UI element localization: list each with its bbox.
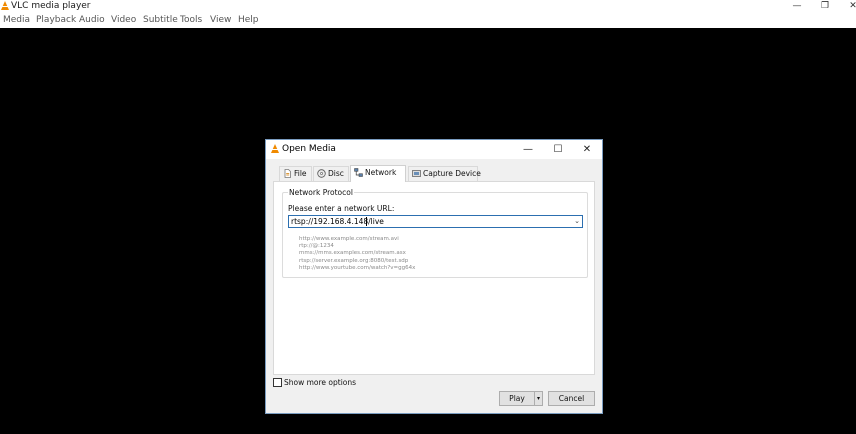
menu-tools[interactable]: Tools — [180, 13, 202, 28]
network-url-value: rtsp://192.168.4.148/live — [291, 217, 384, 226]
menu-bar: Media Playback Audio Video Subtitle Tool… — [0, 13, 856, 28]
capture-device-icon — [412, 170, 421, 177]
play-dropdown-button[interactable]: ▾ — [534, 391, 543, 406]
show-more-options-checkbox[interactable] — [273, 378, 282, 387]
tab-disc-label: Disc — [328, 169, 344, 178]
disc-icon — [317, 169, 326, 178]
open-media-dialog: Open Media — ☐ ✕ File Disc Network Captu… — [265, 139, 603, 414]
url-examples: http://www.example.com/stream.avi rtp://… — [299, 236, 415, 272]
network-protocol-group: Network Protocol Please enter a network … — [282, 188, 588, 278]
menu-playback[interactable]: Playback — [36, 13, 76, 28]
tab-disc[interactable]: Disc — [313, 166, 349, 181]
network-protocol-label: Network Protocol — [288, 188, 354, 197]
dialog-title: Open Media — [282, 144, 336, 154]
dialog-close-button[interactable]: ✕ — [572, 140, 602, 159]
tab-capture-device[interactable]: Capture Device — [408, 166, 481, 181]
url-example: http://www.example.com/stream.avi — [299, 236, 399, 242]
chevron-down-icon[interactable]: ⌄ — [574, 216, 580, 227]
url-example: rtsp://server.example.org:8080/test.sdp — [299, 257, 409, 264]
dialog-minimize-button[interactable]: — — [513, 140, 543, 159]
menu-help[interactable]: Help — [238, 13, 259, 28]
close-button[interactable]: ✕ — [838, 0, 856, 13]
vlc-cone-icon — [271, 144, 279, 153]
app-title: VLC media player — [11, 1, 91, 11]
show-more-options-label[interactable]: Show more options — [284, 377, 356, 388]
file-icon — [284, 169, 291, 178]
network-url-input[interactable]: rtsp://192.168.4.148/live ⌄ — [288, 215, 583, 228]
menu-subtitle[interactable]: Subtitle — [143, 13, 178, 28]
tab-file-label: File — [294, 169, 307, 178]
menu-video[interactable]: Video — [111, 13, 136, 28]
app-titlebar: VLC media player — ❐ ✕ — [0, 0, 856, 13]
dialog-maximize-button[interactable]: ☐ — [543, 140, 573, 159]
tab-capture-device-label: Capture Device — [423, 169, 481, 178]
menu-view[interactable]: View — [210, 13, 231, 28]
restore-button[interactable]: ❐ — [810, 0, 840, 13]
url-label: Please enter a network URL: — [288, 204, 395, 213]
url-example: rtp://@:1234 — [299, 243, 334, 250]
tab-network[interactable]: Network — [350, 165, 406, 182]
vlc-cone-icon — [1, 1, 9, 10]
url-example: mms://mms.examples.com/stream.asx — [299, 250, 406, 257]
menu-audio[interactable]: Audio — [79, 13, 105, 28]
menu-media[interactable]: Media — [3, 13, 30, 28]
url-example: http://www.yourtube.com/watch?v=gg64x — [299, 264, 416, 271]
play-button[interactable]: Play — [499, 391, 535, 406]
tab-network-label: Network — [365, 168, 397, 177]
tab-file[interactable]: File — [279, 166, 312, 181]
text-caret — [366, 217, 367, 226]
minimize-button[interactable]: — — [782, 0, 812, 13]
network-panel: Network Protocol Please enter a network … — [273, 181, 595, 375]
cancel-button[interactable]: Cancel — [548, 391, 595, 406]
dialog-titlebar: Open Media — ☐ ✕ — [266, 140, 602, 159]
network-icon — [354, 168, 363, 177]
